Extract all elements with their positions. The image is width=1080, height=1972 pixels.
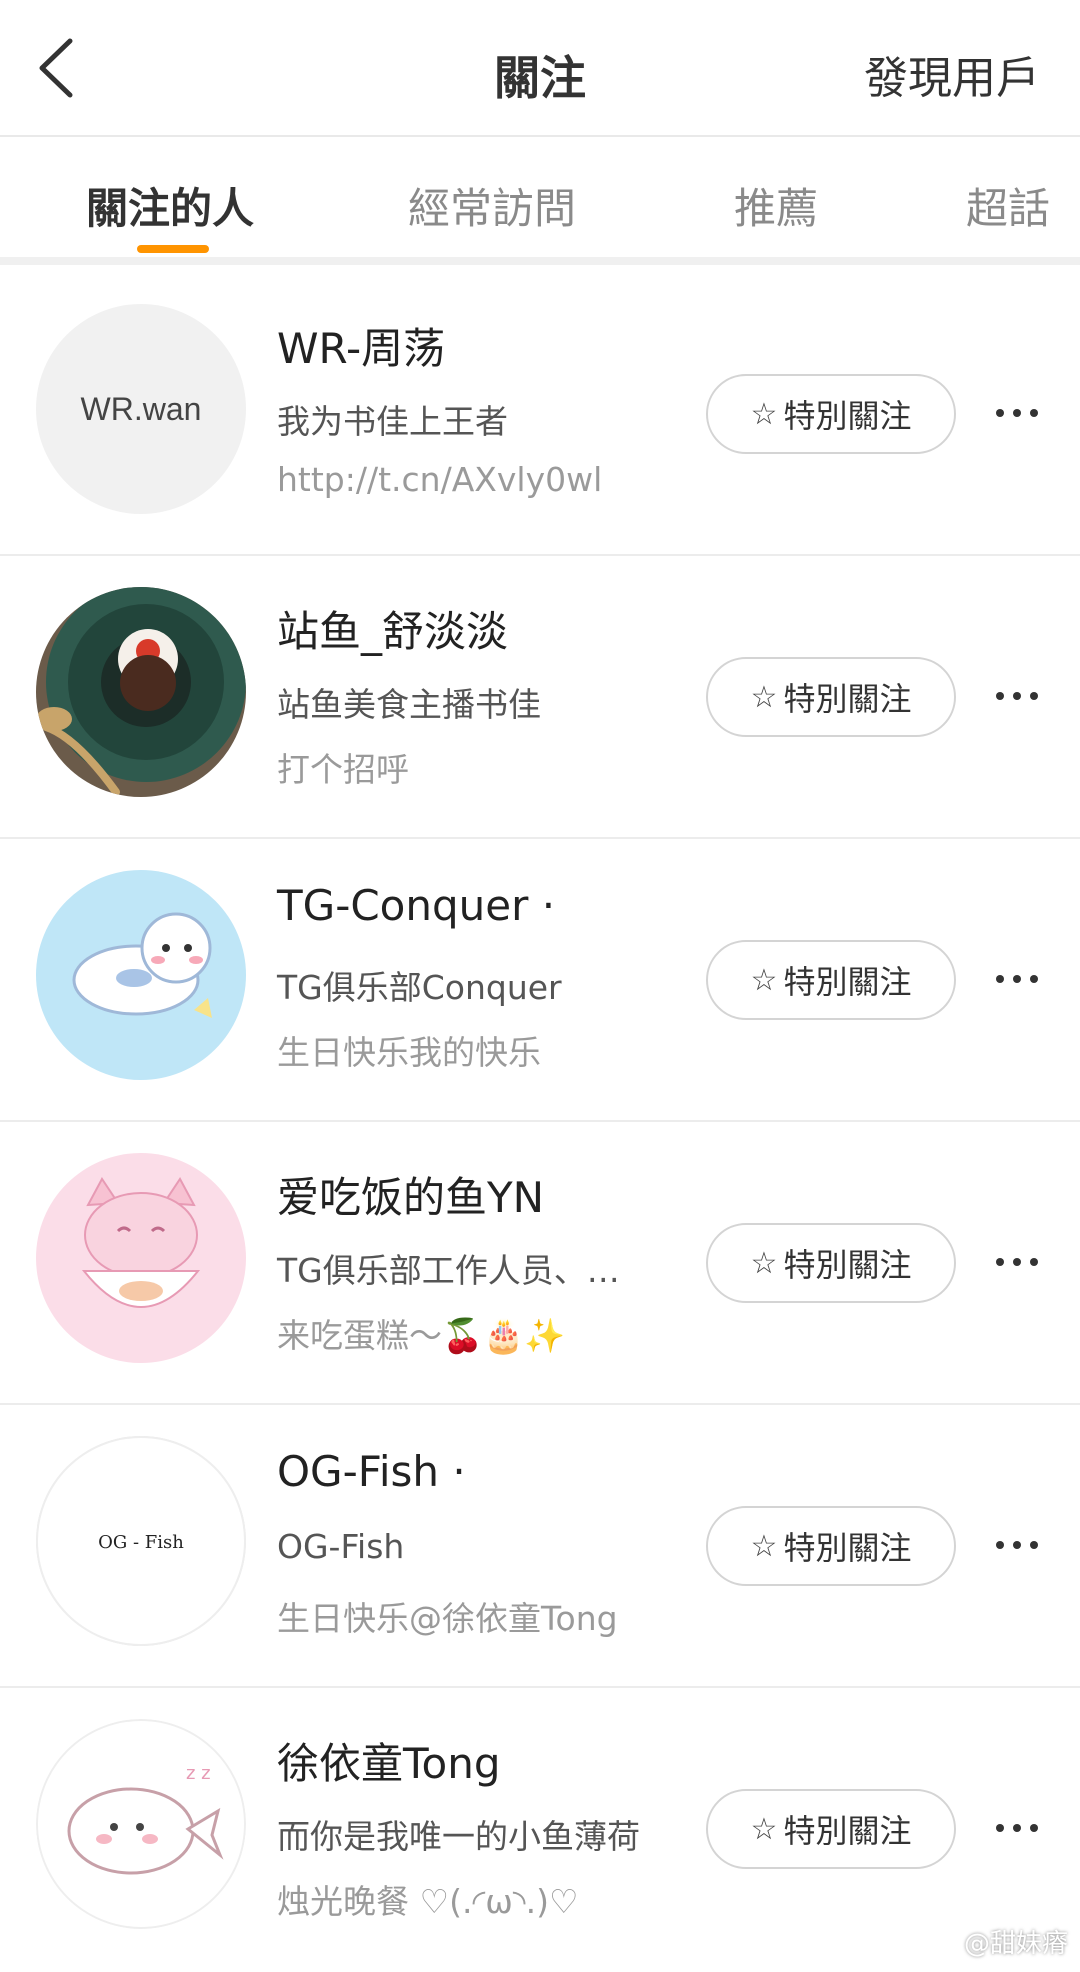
tab-recommended[interactable]: 推薦	[734, 175, 818, 236]
more-options-button[interactable]	[990, 1240, 1044, 1284]
list-item[interactable]: z z 徐依童Tong 而你是我唯一的小鱼薄荷 烛光晚餐 ♡(.◜ω◝.)♡ ☆…	[0, 1688, 1080, 1971]
user-name[interactable]: 站鱼_舒淡淡	[277, 598, 508, 659]
user-name[interactable]: 爱吃饭的鱼YN	[277, 1164, 544, 1225]
user-name[interactable]: 徐依童Tong	[277, 1730, 501, 1791]
star-icon: ☆	[750, 679, 778, 715]
list-item[interactable]: 爱吃饭的鱼YN TG俱乐部工作人员、… 来吃蛋糕～🍒🎂✨ ☆ 特別關注	[0, 1122, 1080, 1405]
user-subtext: 打个招呼	[277, 750, 409, 789]
more-options-button[interactable]	[990, 674, 1044, 718]
user-subtext: http://t.cn/AXvly0wl	[277, 460, 603, 499]
user-name[interactable]: TG-Conquer ·	[277, 881, 555, 930]
special-follow-label: 特別關注	[783, 1246, 912, 1284]
user-subtext: 来吃蛋糕～🍒🎂✨	[277, 1316, 566, 1355]
chevron-left-icon	[39, 38, 73, 98]
user-description: 而你是我唯一的小鱼薄荷	[277, 1817, 640, 1856]
user-name[interactable]: OG-Fish ·	[277, 1447, 466, 1496]
user-subtext: 烛光晚餐 ♡(.◜ω◝.)♡	[277, 1882, 579, 1921]
more-icon	[996, 409, 1038, 417]
special-follow-label: 特別關注	[783, 1529, 912, 1567]
more-options-button[interactable]	[990, 1523, 1044, 1567]
avatar[interactable]: OG - Fish	[36, 1436, 246, 1646]
special-follow-label: 特別關注	[783, 1812, 912, 1850]
avatar-text: WR.wan	[81, 391, 202, 427]
tab-frequent-visits[interactable]: 經常訪問	[408, 175, 576, 236]
star-icon: ☆	[750, 396, 778, 432]
more-icon	[996, 975, 1038, 983]
more-icon	[996, 1824, 1038, 1832]
special-follow-label: 特別關注	[783, 963, 912, 1001]
special-follow-button[interactable]: ☆ 特別關注	[706, 1506, 956, 1586]
tab-following[interactable]: 關注的人	[86, 175, 254, 236]
more-options-button[interactable]	[990, 1806, 1044, 1850]
avatar[interactable]	[36, 1153, 246, 1363]
user-subtext: 生日快乐@徐依童Tong	[277, 1599, 618, 1638]
avatar[interactable]: WR.wan	[36, 304, 246, 514]
special-follow-button[interactable]: ☆ 特別關注	[706, 1789, 956, 1869]
user-description: 站鱼美食主播书佳	[277, 685, 541, 724]
tab-super-topic[interactable]: 超話	[966, 175, 1050, 236]
user-name[interactable]: WR-周荡	[277, 315, 445, 376]
user-description: 我为书佳上王者	[277, 402, 508, 441]
special-follow-button[interactable]: ☆ 特別關注	[706, 657, 956, 737]
list-item[interactable]: 站鱼_舒淡淡 站鱼美食主播书佳 打个招呼 ☆ 特別關注	[0, 556, 1080, 839]
special-follow-label: 特別關注	[783, 397, 912, 435]
user-description: TG俱乐部工作人员、…	[277, 1251, 620, 1290]
avatar[interactable]	[36, 587, 246, 797]
special-follow-label: 特別關注	[783, 680, 912, 718]
back-button[interactable]	[32, 35, 88, 101]
list-item[interactable]: OG - Fish OG-Fish · OG-Fish 生日快乐@徐依童Tong…	[0, 1405, 1080, 1688]
star-icon: ☆	[750, 962, 778, 998]
star-icon: ☆	[750, 1245, 778, 1281]
avatar[interactable]	[36, 870, 246, 1080]
discover-users-link[interactable]: 發現用戶	[864, 42, 1040, 106]
avatar[interactable]: z z	[36, 1719, 246, 1929]
top-bar: 關注 發現用戶	[0, 0, 1080, 137]
avatar-text: OG - Fish	[98, 1532, 184, 1553]
special-follow-button[interactable]: ☆ 特別關注	[706, 940, 956, 1020]
user-subtext: 生日快乐我的快乐	[277, 1033, 541, 1072]
more-icon	[996, 1258, 1038, 1266]
more-icon	[996, 1541, 1038, 1549]
star-icon: ☆	[750, 1528, 778, 1564]
more-icon	[996, 692, 1038, 700]
list-item[interactable]: TG-Conquer · TG俱乐部Conquer 生日快乐我的快乐 ☆ 特別關注	[0, 839, 1080, 1122]
active-tab-indicator	[137, 245, 209, 253]
star-icon: ☆	[750, 1811, 778, 1847]
user-description: TG俱乐部Conquer	[277, 968, 562, 1007]
user-description: OG-Fish	[277, 1527, 405, 1566]
svg-text:z z: z z	[186, 1763, 211, 1784]
following-list: WR.wan WR-周荡 我为书佳上王者 http://t.cn/AXvly0w…	[0, 273, 1080, 1971]
more-options-button[interactable]	[990, 391, 1044, 435]
watermark: @甜妹瘠	[963, 1929, 1068, 1959]
special-follow-button[interactable]: ☆ 特別關注	[706, 1223, 956, 1303]
list-item[interactable]: WR.wan WR-周荡 我为书佳上王者 http://t.cn/AXvly0w…	[0, 273, 1080, 556]
special-follow-button[interactable]: ☆ 特別關注	[706, 374, 956, 454]
more-options-button[interactable]	[990, 957, 1044, 1001]
